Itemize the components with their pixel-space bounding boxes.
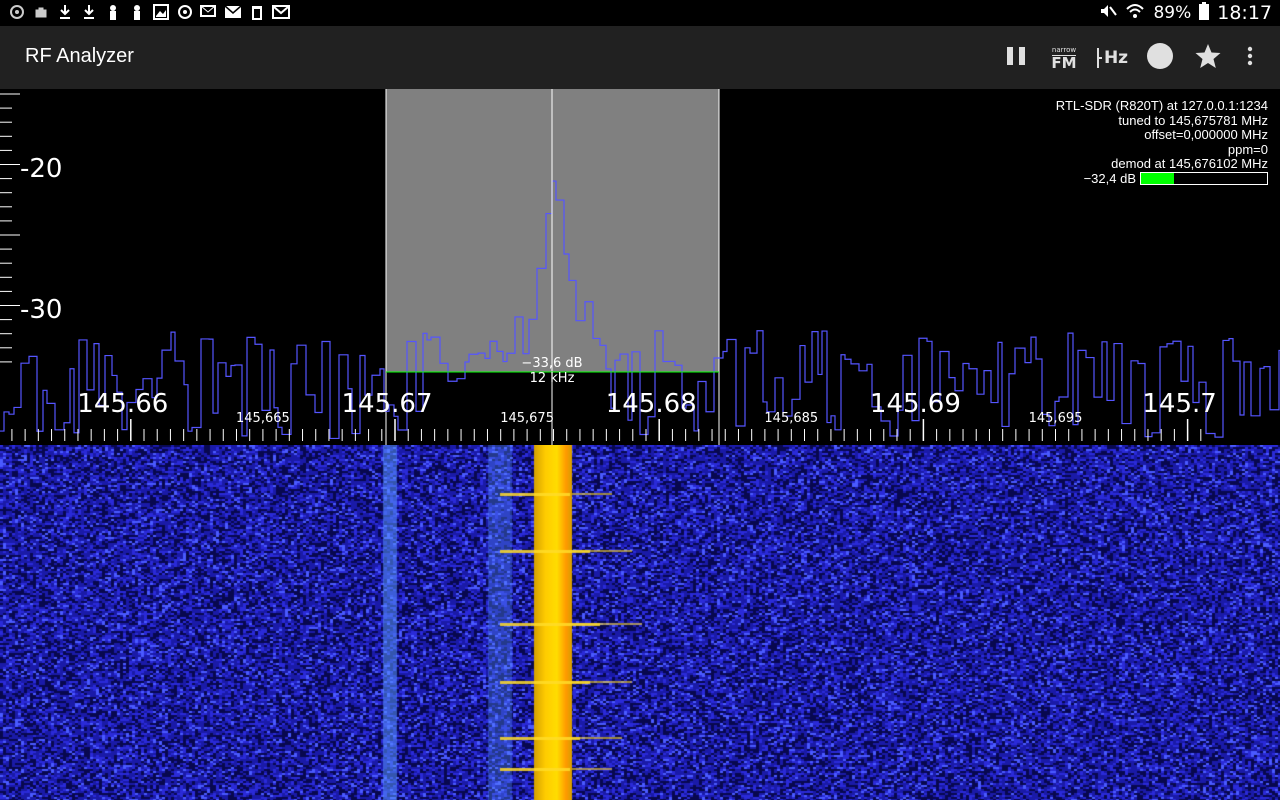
- x-axis-major-label: 145.68: [605, 389, 697, 419]
- x-axis-minor-label: 145,675: [500, 411, 554, 426]
- offset-label: offset=0,000000 MHz: [1144, 127, 1268, 142]
- x-axis-major-label: 145.66: [77, 389, 169, 419]
- x-axis-major-label: 145.67: [341, 389, 433, 419]
- x-axis-minor-label: 145,665: [236, 411, 290, 426]
- spectrum-plot[interactable]: -20 -30 145.66 145.67 145.68 145.69 145.7 145,…: [0, 89, 1280, 445]
- ppm-label: ppm=0: [1227, 141, 1268, 157]
- app-bar: RF Analyzer narrow FM Hz: [0, 26, 1280, 89]
- narrow-fm-icon: narrow FM: [1051, 45, 1077, 72]
- image-notification-icon: [152, 3, 170, 21]
- bag-notification-icon: [32, 3, 50, 21]
- y-axis-label: -30: [20, 295, 63, 325]
- x-axis-minor-label: 145,685: [764, 411, 819, 426]
- bookmark-button[interactable]: [1186, 36, 1230, 80]
- channel-bandwidth-label: 12 kHz: [529, 371, 575, 386]
- x-axis-major-label: 145.69: [869, 389, 961, 419]
- mute-icon: [1099, 3, 1118, 24]
- person-notification-icon: [104, 3, 122, 21]
- overflow-menu-button[interactable]: [1228, 36, 1272, 80]
- wifi-icon: [1125, 3, 1145, 24]
- demodulation-button[interactable]: narrow FM: [1042, 36, 1086, 80]
- waterfall-display[interactable]: [0, 445, 1280, 800]
- settings-notification-icon: [8, 3, 26, 21]
- pause-button[interactable]: [994, 36, 1038, 80]
- squelch-level-label: −33,6 dB: [521, 356, 583, 371]
- download-icon: [56, 3, 74, 21]
- sync-notification-icon: [176, 3, 194, 21]
- source-device-label: RTL-SDR (R820T) at 127.0.0.1:1234: [1055, 98, 1268, 113]
- trash-notification-icon: [248, 3, 266, 21]
- signal-level-label: −32,4 dB: [1083, 170, 1136, 186]
- frequency-hz-icon: Hz: [1096, 47, 1128, 69]
- record-button[interactable]: [1138, 36, 1182, 80]
- notification-icons: [8, 3, 290, 21]
- demod-frequency-label: demod at 145,676102 MHz: [1111, 156, 1268, 171]
- y-axis-label: -20: [20, 154, 63, 184]
- signal-level-meter: [1140, 172, 1268, 186]
- mail-icon: [224, 3, 242, 21]
- star-icon: [1194, 42, 1222, 74]
- more-vert-icon: [1247, 46, 1253, 70]
- signal-level-row: −32,4 dB: [1056, 170, 1268, 187]
- signal-level-fill: [1141, 173, 1174, 185]
- tuned-frequency-label: tuned to 145,675781 MHz: [1118, 112, 1268, 128]
- record-icon: [1146, 42, 1174, 74]
- app-title: RF Analyzer: [25, 45, 134, 67]
- download-icon: [80, 3, 98, 21]
- system-status: 89% 18:17: [1099, 0, 1272, 26]
- battery-level: 89%: [1153, 3, 1192, 23]
- pause-icon: [1005, 45, 1027, 71]
- frequency-button[interactable]: Hz: [1090, 36, 1134, 80]
- source-info-panel: RTL-SDR (R820T) at 127.0.0.1:1234 tuned …: [1055, 98, 1268, 187]
- person-notification-icon: [128, 3, 146, 21]
- gmail-icon: [272, 3, 290, 21]
- x-axis-major-label: 145.7: [1142, 389, 1217, 419]
- battery-icon: [1199, 1, 1210, 25]
- mail-settings-icon: [200, 3, 218, 21]
- status-bar: 89% 18:17: [0, 0, 1280, 26]
- clock: 18:17: [1217, 2, 1272, 24]
- x-axis-minor-label: 145,695: [1028, 411, 1083, 426]
